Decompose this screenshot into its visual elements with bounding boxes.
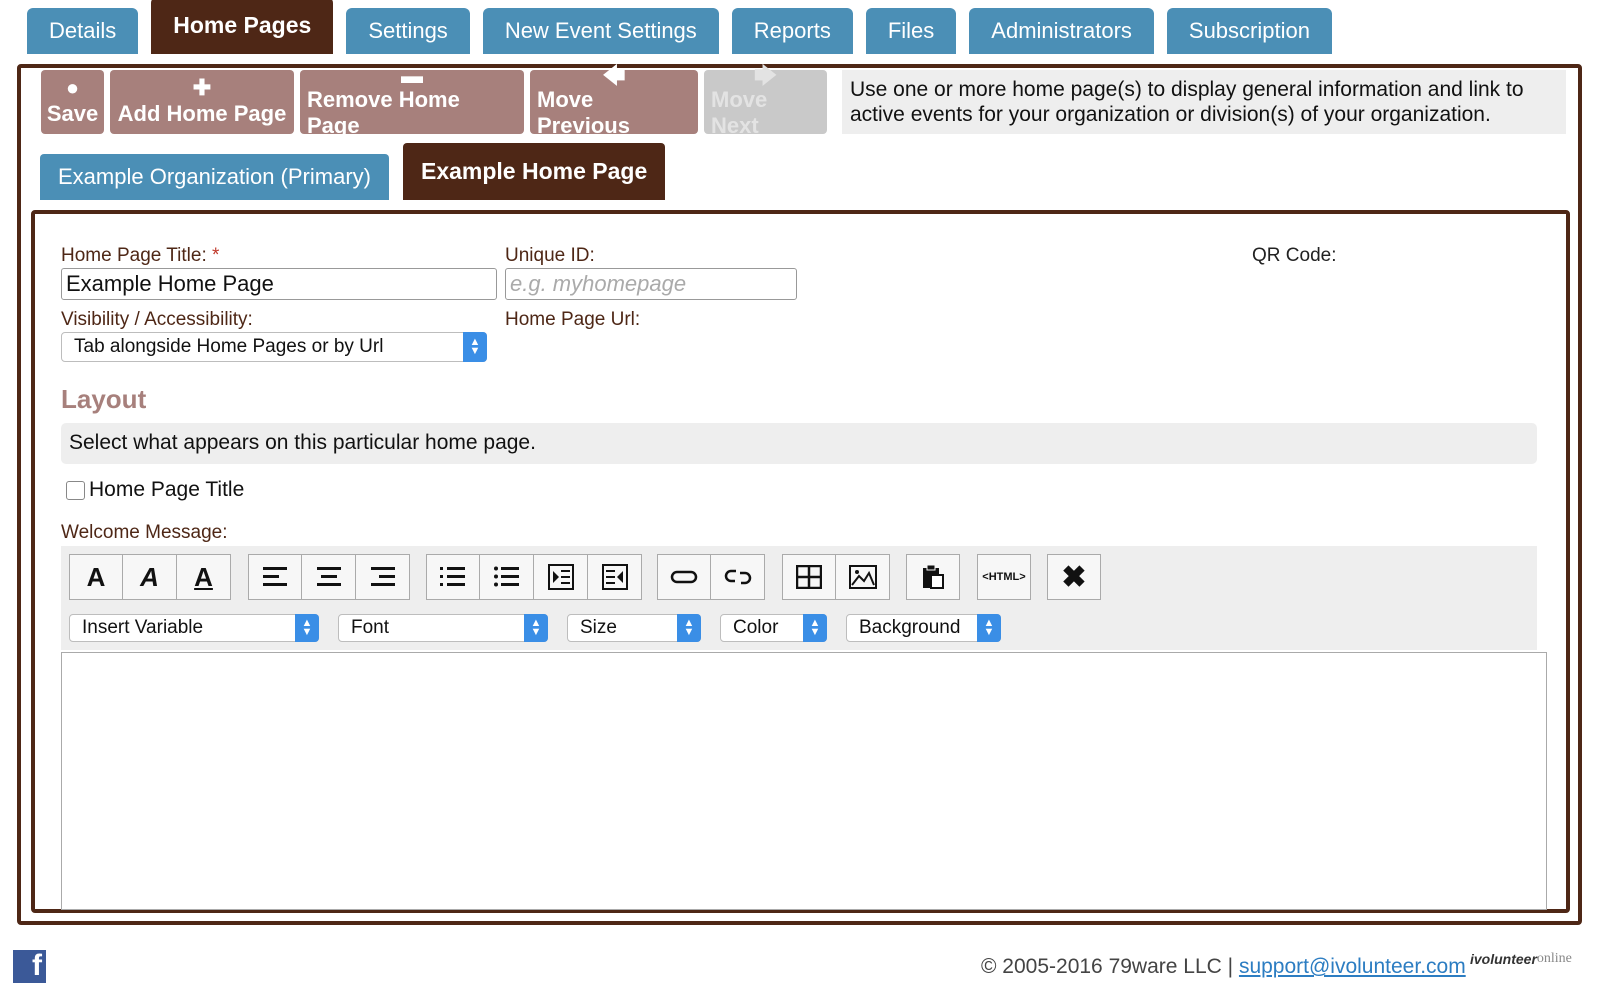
visibility-label: Visibility / Accessibility:	[61, 309, 253, 330]
tab-reports[interactable]: Reports	[731, 8, 853, 54]
link-icon[interactable]	[657, 554, 711, 600]
select-arrows-icon: ▲ ▼	[803, 614, 827, 642]
tab-files[interactable]: Files	[865, 8, 957, 54]
link-group	[657, 554, 765, 600]
select-arrows-icon: ▲ ▼	[677, 614, 701, 642]
align-left-icon[interactable]	[248, 554, 302, 600]
list-group	[426, 554, 642, 600]
home-page-title-input[interactable]	[61, 268, 497, 300]
home-page-title-checkbox-label: Home Page Title	[89, 478, 245, 501]
background-value: Background	[859, 617, 961, 638]
alignment-group	[248, 554, 410, 600]
clear-group: ✖	[1047, 554, 1101, 600]
unlink-icon[interactable]	[711, 554, 765, 600]
tab-example-organization[interactable]: Example Organization (Primary)	[40, 154, 389, 200]
footer-text: © 2005-2016 79ware LLC | support@ivolunt…	[981, 955, 1466, 979]
main-tabs: Details Home Pages Settings New Event Se…	[27, 0, 1345, 54]
bullet-list-icon[interactable]	[480, 554, 534, 600]
home-page-url-label: Home Page Url:	[505, 309, 641, 330]
font-select[interactable]: Font ▲ ▼	[338, 614, 548, 642]
table-icon[interactable]	[782, 554, 836, 600]
numbered-list-icon[interactable]	[426, 554, 480, 600]
logo-text-b: online	[1536, 951, 1572, 966]
logo-text-a: ivolunteer	[1470, 951, 1537, 967]
color-value: Color	[733, 617, 779, 638]
tab-example-home-page[interactable]: Example Home Page	[402, 143, 666, 200]
arrow-right-icon: 🡆	[754, 63, 777, 88]
required-marker: *	[212, 245, 220, 266]
toolbar: ● Save ✚ Add Home Page ▬ Remove Home Pag…	[41, 65, 827, 138]
text-style-group: A A A	[69, 554, 231, 600]
unique-id-input[interactable]	[505, 268, 797, 300]
clear-formatting-icon[interactable]: ✖	[1047, 554, 1101, 600]
welcome-message-editor[interactable]	[61, 652, 1547, 910]
unique-id-label: Unique ID:	[505, 245, 595, 266]
previous-label: Move Previous	[537, 87, 630, 138]
tab-new-event-settings[interactable]: New Event Settings	[482, 8, 719, 54]
size-value: Size	[580, 617, 617, 638]
align-center-icon[interactable]	[302, 554, 356, 600]
font-value: Font	[351, 617, 390, 638]
insert-group	[782, 554, 890, 600]
outdent-icon[interactable]	[588, 554, 642, 600]
underline-icon[interactable]: A	[177, 554, 231, 600]
paste-icon[interactable]	[906, 554, 960, 600]
align-right-icon[interactable]	[356, 554, 410, 600]
paste-group	[906, 554, 960, 600]
html-source-icon[interactable]: <HTML>	[977, 554, 1031, 600]
save-button[interactable]: ● Save	[41, 70, 104, 134]
select-arrows-icon: ▲ ▼	[524, 614, 548, 642]
tab-details[interactable]: Details	[27, 8, 139, 54]
italic-icon[interactable]: A	[123, 554, 177, 600]
home-page-title-option: Home Page Title	[66, 478, 244, 502]
circle-icon: ●	[65, 75, 80, 100]
support-email-link[interactable]: support@ivolunteer.com	[1239, 955, 1466, 978]
image-icon[interactable]	[836, 554, 890, 600]
size-select[interactable]: Size ▲ ▼	[567, 614, 701, 642]
remove-home-page-button[interactable]: ▬ Remove Home Page	[300, 65, 524, 138]
bold-icon[interactable]: A	[69, 554, 123, 600]
title-field-label: Home Page Title: *	[61, 245, 219, 267]
tab-administrators[interactable]: Administrators	[969, 8, 1154, 54]
select-arrows-icon: ▲ ▼	[295, 614, 319, 642]
toolbar-note: Use one or more home page(s) to display …	[842, 70, 1566, 134]
move-next-button[interactable]: 🡆 Move Next	[704, 65, 827, 138]
html-group: <HTML>	[977, 554, 1031, 600]
minus-icon: ▬	[401, 63, 423, 88]
qr-code-label: QR Code:	[1252, 245, 1337, 266]
move-previous-button[interactable]: 🡄 Move Previous	[530, 65, 698, 138]
home-page-tabs: Example Organization (Primary) Example H…	[40, 143, 679, 200]
title-label-text: Home Page Title:	[61, 245, 207, 266]
remove-label: Remove Home Page	[307, 87, 460, 138]
layout-info: Select what appears on this particular h…	[61, 423, 1537, 464]
facebook-icon[interactable]: f	[13, 949, 46, 983]
indent-icon[interactable]	[534, 554, 588, 600]
select-arrows-icon: ▲ ▼	[977, 614, 1001, 642]
select-arrows-icon: ▲ ▼	[463, 332, 487, 362]
insert-variable-value: Insert Variable	[82, 617, 204, 638]
tab-subscription[interactable]: Subscription	[1166, 8, 1332, 54]
layout-heading: Layout	[61, 384, 147, 414]
color-select[interactable]: Color ▲ ▼	[720, 614, 827, 642]
next-label: Move Next	[711, 87, 768, 138]
ivolunteer-logo: ivolunteer online	[1470, 935, 1590, 983]
welcome-message-label: Welcome Message:	[61, 522, 228, 543]
plus-icon: ✚	[192, 75, 212, 100]
arrow-left-icon: 🡄	[602, 63, 626, 88]
add-home-page-button[interactable]: ✚ Add Home Page	[110, 70, 294, 134]
save-label: Save	[46, 101, 99, 126]
tab-settings[interactable]: Settings	[346, 8, 470, 54]
copyright: © 2005-2016 79ware LLC |	[981, 955, 1234, 978]
visibility-select[interactable]: Tab alongside Home Pages or by Url ▲ ▼	[61, 332, 487, 362]
visibility-value: Tab alongside Home Pages or by Url	[74, 336, 384, 357]
insert-variable-select[interactable]: Insert Variable ▲ ▼	[69, 614, 319, 642]
tab-home-pages[interactable]: Home Pages	[151, 0, 334, 54]
editor-toolbar: A A A <HTML> ✖ Insert Variable ▲ ▼ Font …	[61, 546, 1537, 650]
background-select[interactable]: Background ▲ ▼	[846, 614, 1001, 642]
add-label: Add Home Page	[117, 101, 287, 126]
home-page-title-checkbox[interactable]	[66, 480, 85, 500]
